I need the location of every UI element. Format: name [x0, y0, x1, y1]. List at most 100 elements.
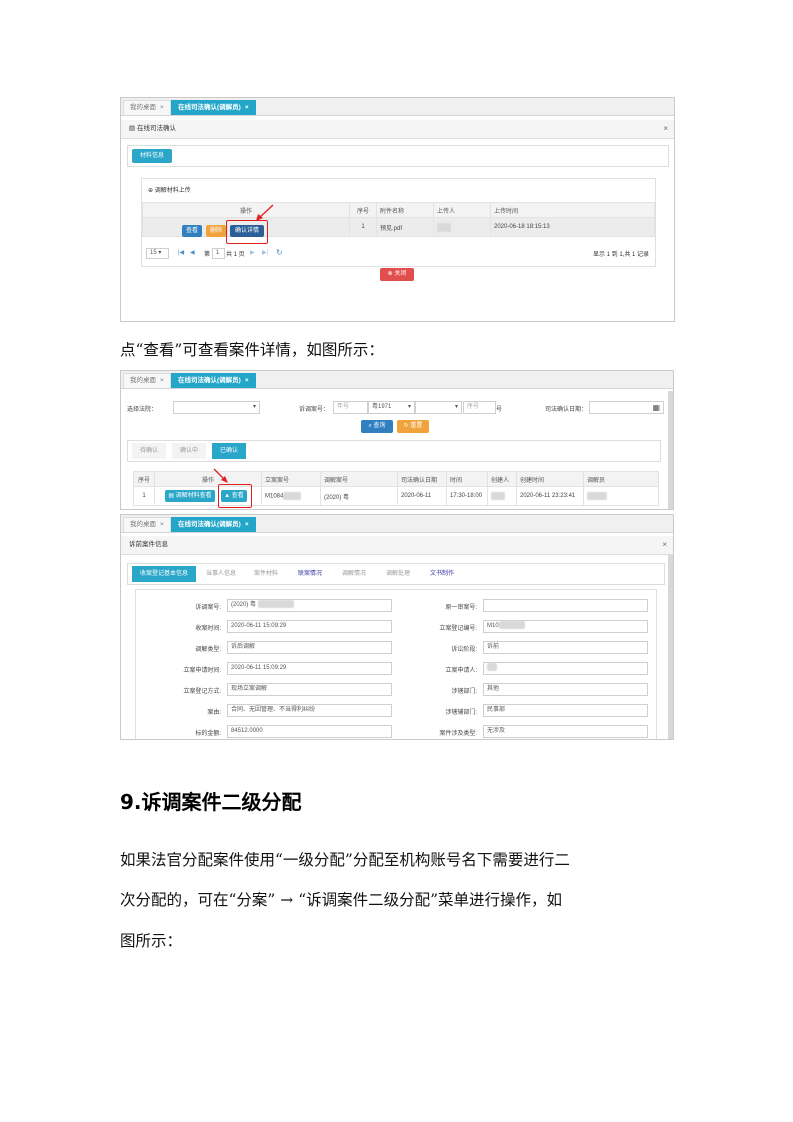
tab-document-drafting[interactable]: 文书制作: [422, 566, 462, 582]
chevron-down-icon: ▾: [252, 404, 256, 410]
type-select[interactable]: ▾: [415, 401, 462, 414]
tab-pending[interactable]: 待确认: [132, 443, 167, 459]
page-size-select[interactable]: 15 ▾: [146, 248, 169, 259]
view-button[interactable]: 查看: [182, 225, 202, 237]
tab-bar: 我的桌面 × 在线司法确认(调解员) ×: [121, 371, 673, 389]
close-icon[interactable]: ×: [160, 377, 164, 384]
col-header: 上传人: [433, 202, 491, 218]
sub-department-field: 民事部: [483, 704, 648, 717]
col-header: 序号: [349, 202, 377, 218]
field-label: 收案时间:: [195, 626, 221, 632]
tab-my-desktop[interactable]: 我的桌面 ×: [123, 517, 171, 532]
date-input[interactable]: ▦: [589, 401, 664, 414]
tab-mediation-handling[interactable]: 调解处理: [378, 566, 418, 582]
last-page-icon[interactable]: ▶|: [262, 249, 268, 256]
calendar-icon: ▦: [652, 403, 660, 412]
highlight-box: [218, 484, 252, 508]
case-no-field: (2020) 粤: [227, 599, 392, 612]
first-page-icon[interactable]: |◀: [178, 249, 184, 256]
tab-materials[interactable]: 材料信息: [132, 149, 172, 163]
tab-online-judicial-confirm[interactable]: 在线司法确认(调解员) ×: [171, 373, 256, 388]
row-date: 2020-06-11: [397, 486, 447, 506]
col-header: 司法确认日期: [397, 471, 447, 487]
tab-basic-info[interactable]: 收案登记基本信息: [132, 566, 197, 582]
prev-page-icon[interactable]: ◀: [190, 249, 195, 256]
scrollbar[interactable]: [668, 391, 673, 509]
arrow-icon: [256, 204, 274, 221]
paragraph-line: 如果法官分配案件使用“一级分配”分配至机构账号名下需要进行二: [120, 851, 570, 869]
blurred-value: [491, 492, 505, 500]
blurred-value: [257, 600, 294, 609]
blurred-value: [437, 222, 451, 232]
search-button[interactable]: ⌕ 查询: [361, 420, 393, 433]
row-index: 1: [349, 217, 377, 237]
row-time: 2020-06-18 18:15:13: [490, 217, 655, 237]
field-label: 涉辖部门:: [451, 689, 477, 695]
paragraph-view-details: 点“查看”可查看案件详情，如图所示：: [120, 341, 384, 359]
field-label: 标的金额:: [195, 731, 221, 737]
close-icon[interactable]: ×: [160, 104, 164, 111]
close-icon[interactable]: ×: [663, 120, 668, 138]
screenshot-confirmed-list: 我的桌面 × 在线司法确认(调解员) × 选择法院： ▾ 诉调案号： 年号 粤197…: [120, 370, 674, 510]
year-input[interactable]: 年号: [333, 401, 368, 414]
section-heading: 9.诉调案件二级分配: [120, 790, 302, 814]
row-mediation-no: (2020) 粤: [320, 486, 398, 506]
refresh-icon[interactable]: ↻: [276, 248, 283, 257]
close-icon[interactable]: ×: [662, 536, 667, 554]
col-header: 操作: [142, 202, 350, 218]
seq-input[interactable]: 序号: [463, 401, 496, 414]
page-input[interactable]: 1: [212, 248, 225, 259]
close-icon[interactable]: ×: [245, 377, 249, 384]
field-label: 诉调案号:: [195, 605, 221, 611]
hao-label: 号: [496, 407, 503, 413]
row-time: 17:30-18:00: [446, 486, 488, 506]
highlight-box: [226, 220, 268, 244]
close-icon[interactable]: ×: [160, 521, 164, 528]
tab-parties[interactable]: 当事人信息: [198, 566, 244, 582]
close-icon[interactable]: ×: [245, 521, 249, 528]
paragraph-line: 图所示：: [120, 932, 183, 950]
material-view-button[interactable]: ▤ 调解材料查看: [165, 490, 215, 502]
close-button[interactable]: ⊗ 关闭: [380, 268, 414, 281]
filing-method-field: 现场立案调解: [227, 683, 392, 696]
court-select[interactable]: ▾: [173, 401, 260, 414]
mediation-type-field: 诉后调解: [227, 641, 392, 654]
tab-confirming[interactable]: 确认中: [172, 443, 207, 459]
tab-mediation-status[interactable]: 调解情况: [334, 566, 374, 582]
section-tab-strip: 材料信息: [127, 145, 669, 167]
next-page-icon[interactable]: ▶: [250, 249, 255, 256]
refresh-icon: ↻: [403, 423, 409, 429]
reset-button[interactable]: ↻ 重置: [397, 420, 429, 433]
applicant-field: [483, 662, 648, 675]
col-header: 序号: [133, 471, 155, 487]
table-header-row: 操作 序号 附件名称 上传人 上传时间: [142, 202, 655, 218]
row-uploader: [433, 217, 491, 237]
row-mediator: [583, 486, 659, 506]
row-index: 1: [133, 486, 155, 506]
tab-my-desktop[interactable]: 我的桌面 ×: [123, 373, 171, 388]
scrollbar[interactable]: [668, 555, 673, 739]
tab-online-judicial-confirm[interactable]: 在线司法确认(调解员) ×: [171, 100, 256, 115]
field-label: 案件涉及类型:: [439, 731, 477, 737]
col-header: 附件名称: [376, 202, 434, 218]
court-code-select[interactable]: 粤1971 ▾: [368, 401, 415, 414]
field-label: 立案登记方式:: [183, 689, 221, 695]
field-label: 立案登记编号:: [439, 626, 477, 632]
field-label: 原一审案号:: [445, 605, 477, 611]
close-icon[interactable]: ×: [245, 104, 249, 111]
screenshot-case-info: 我的桌面 × 在线司法确认(调解员) × 诉前案件信息 × 收案登记基本信息 当事人…: [120, 514, 674, 740]
field-label: 立案申请人:: [445, 668, 477, 674]
tab-my-desktop[interactable]: 我的桌面 ×: [123, 100, 171, 115]
close-circle-icon: ⊗: [387, 271, 393, 277]
tab-materials[interactable]: 案件材料: [246, 566, 286, 582]
tab-online-judicial-confirm[interactable]: 在线司法确认(调解员) ×: [171, 517, 256, 532]
tab-confirmed[interactable]: 已确认: [212, 443, 247, 459]
field-label: 调解类型:: [195, 647, 221, 653]
panel-title: 诉前案件信息: [129, 541, 168, 548]
tab-bar: 我的桌面 × 在线司法确认(调解员) ×: [121, 515, 673, 533]
row-creator: [487, 486, 517, 506]
case-no-label: 诉调案号：: [299, 407, 330, 413]
received-time-field: 2020-06-11 15:09:29: [227, 620, 392, 633]
tab-related-cases[interactable]: 联案情况: [290, 566, 330, 582]
delete-button[interactable]: 删除: [206, 225, 226, 237]
